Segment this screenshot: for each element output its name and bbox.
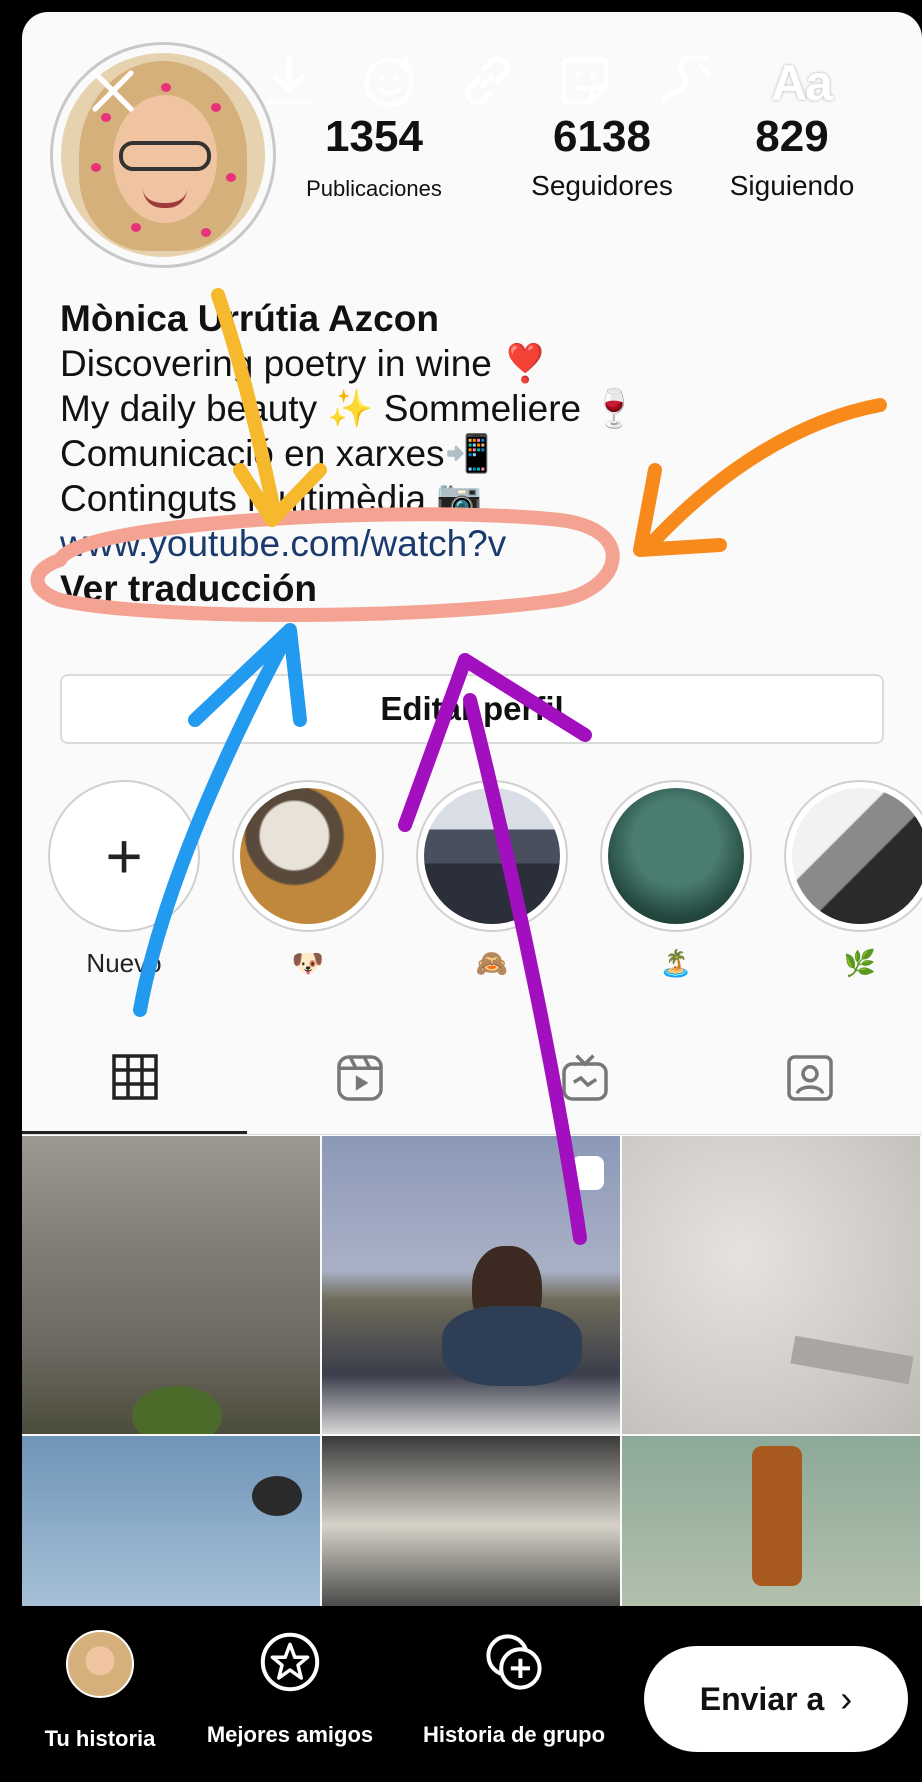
highlight-item[interactable]: 🐶 <box>228 780 388 980</box>
bio-line: Discovering poetry in wine ❣️ <box>60 343 549 384</box>
link-icon[interactable] <box>452 46 522 116</box>
tab-grid[interactable] <box>22 1022 247 1134</box>
highlight-label: Nuevo <box>86 948 162 978</box>
photo-grid <box>22 1136 922 1606</box>
bio-line: Comunicació en xarxes📲 <box>60 433 491 474</box>
profile-bio: Mònica Urrútia Azcon Discovering poetry … <box>60 296 900 611</box>
highlight-item[interactable]: 🙈 <box>412 780 572 980</box>
tab-reels[interactable] <box>247 1022 472 1134</box>
draw-icon[interactable] <box>650 46 720 116</box>
group-story-icon <box>482 1630 546 1694</box>
close-friends-label: Mejores amigos <box>206 1722 374 1747</box>
highlight-label: 🐶 <box>291 948 325 978</box>
followers-count: 6138 <box>553 112 651 161</box>
highlight-item[interactable]: 🌿 <box>780 780 922 980</box>
following-label: Siguiendo <box>729 170 855 201</box>
grid-post[interactable] <box>322 1436 620 1606</box>
grid-post[interactable] <box>322 1136 620 1434</box>
followers-label: Seguidores <box>531 170 673 201</box>
tab-igtv[interactable] <box>472 1022 697 1134</box>
plus-icon: + <box>105 820 143 892</box>
bio-line: My daily beauty ✨ Sommeliere 🍷 <box>60 388 638 429</box>
grid-icon <box>111 1053 158 1100</box>
highlight-label: 🏝️ <box>659 948 693 978</box>
followers-stat[interactable]: 6138 Seguidores <box>512 112 692 202</box>
story-canvas: Aa 1354 Publicaciones 6138 Seguidores 82… <box>22 12 922 1606</box>
following-stat[interactable]: 829 Siguiendo <box>702 112 882 202</box>
your-story-label: Tu historia <box>44 1726 156 1751</box>
face-effects-icon[interactable] <box>354 46 424 116</box>
posts-label: Publicaciones <box>306 176 442 201</box>
chevron-right-icon: › <box>840 1678 853 1719</box>
text-tool-label: Aa <box>771 55 833 111</box>
send-to-label: Enviar a <box>699 1680 825 1717</box>
grid-post[interactable] <box>622 1136 920 1434</box>
edit-profile-button[interactable]: Editar perfil <box>60 674 884 744</box>
posts-stat[interactable]: 1354 Publicaciones <box>284 112 464 202</box>
posts-count: 1354 <box>325 112 423 161</box>
grid-post[interactable] <box>22 1436 320 1606</box>
bio-line: Continguts multimèdia 📷 <box>60 478 483 519</box>
reels-icon <box>336 1055 383 1101</box>
sticker-icon[interactable] <box>550 46 620 116</box>
star-icon <box>258 1630 322 1694</box>
send-to-button[interactable]: Enviar a › <box>644 1646 908 1752</box>
profile-name: Mònica Urrútia Azcon <box>60 298 439 339</box>
tagged-icon <box>786 1055 833 1101</box>
text-tool-button[interactable]: Aa <box>746 48 856 118</box>
grid-post[interactable] <box>622 1436 920 1606</box>
close-friends-button[interactable]: Mejores amigos <box>190 1630 390 1748</box>
highlight-label: 🙈 <box>475 948 509 978</box>
avatar <box>66 1630 134 1698</box>
profile-link[interactable]: www.youtube.com/watch?v <box>60 521 900 566</box>
tab-tagged[interactable] <box>697 1022 922 1134</box>
following-count: 829 <box>755 112 829 161</box>
group-story-button[interactable]: Historia de grupo <box>404 1630 624 1748</box>
your-story-button[interactable]: Tu historia <box>30 1630 170 1752</box>
grid-post[interactable] <box>22 1136 320 1434</box>
share-bar: Tu historia Mejores amigos Historia de g… <box>0 1606 922 1782</box>
translate-link[interactable]: Ver traducción <box>60 566 900 611</box>
story-highlights: + Nuevo 🐶 🙈 🏝️ 🌿 <box>22 780 922 1000</box>
highlight-item[interactable]: 🏝️ <box>596 780 756 980</box>
close-icon[interactable] <box>78 56 148 126</box>
igtv-icon <box>561 1054 608 1101</box>
group-story-label: Historia de grupo <box>422 1722 606 1747</box>
igtv-badge-icon <box>572 1156 604 1190</box>
download-icon[interactable] <box>254 46 324 116</box>
highlight-new[interactable]: + Nuevo <box>44 780 204 980</box>
highlight-label: 🌿 <box>843 948 877 978</box>
profile-tabs <box>22 1022 922 1135</box>
